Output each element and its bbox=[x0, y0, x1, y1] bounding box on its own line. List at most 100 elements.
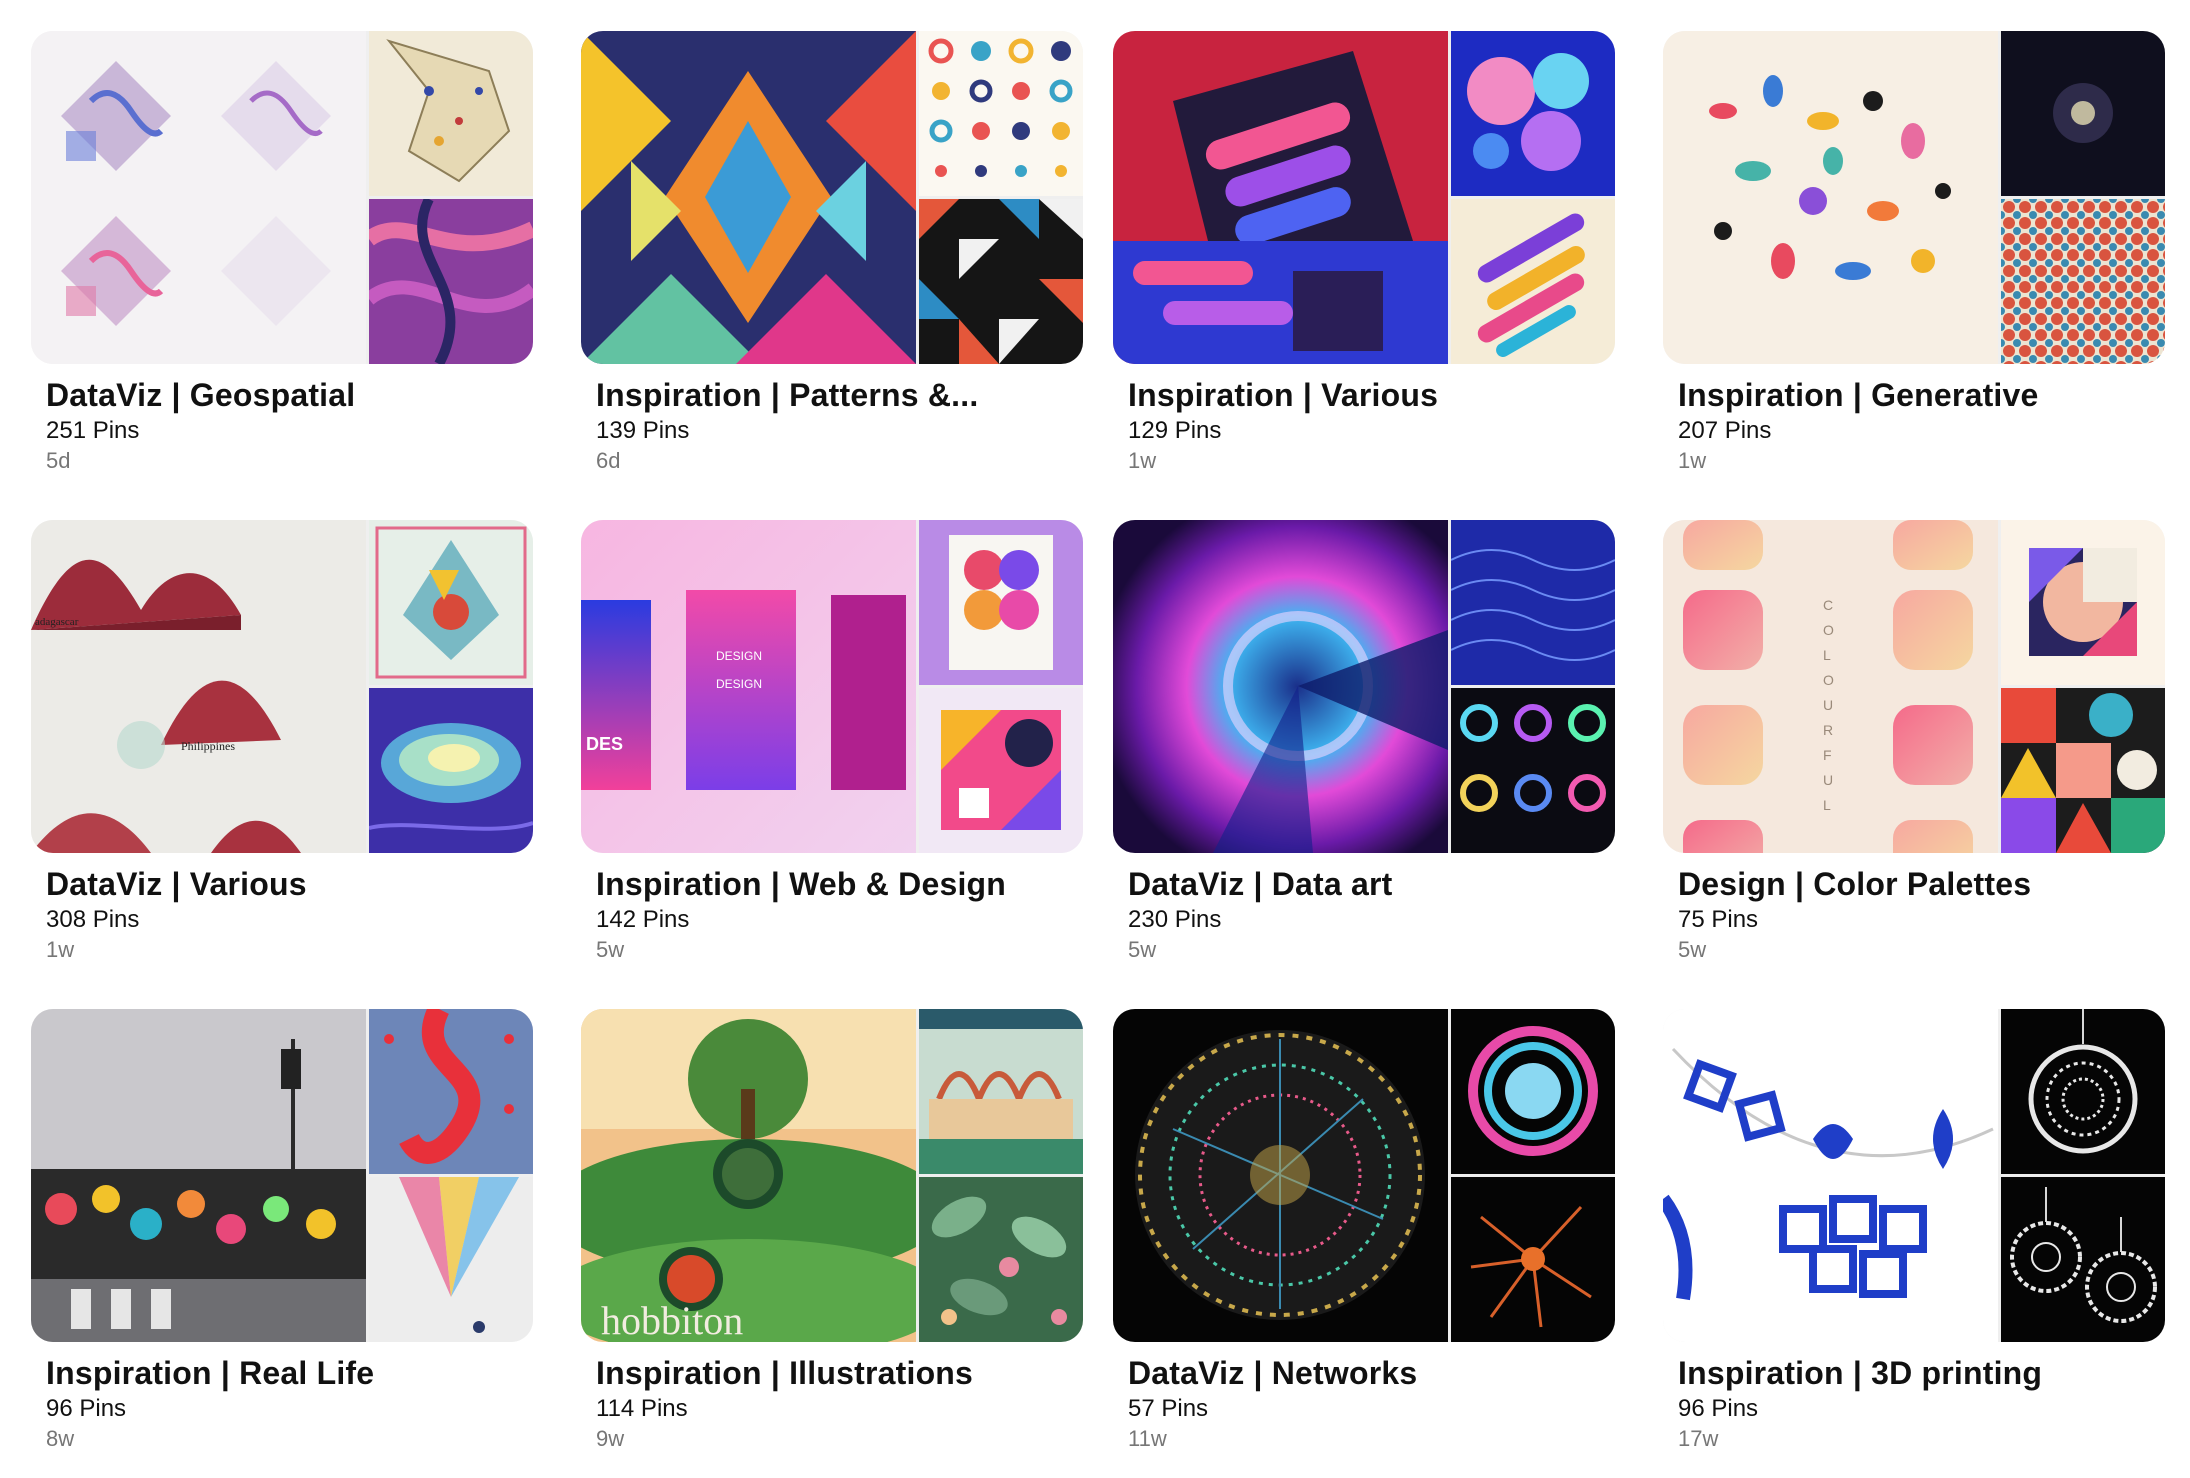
board-cover[interactable]: Philippines adagascar bbox=[31, 520, 533, 853]
board-last-updated: 17w bbox=[1678, 1426, 1719, 1451]
board-card[interactable]: Inspiration | Various 129 Pins 1w bbox=[1113, 31, 1615, 475]
board-last-updated: 5w bbox=[1678, 937, 1707, 962]
svg-text:Philippines: Philippines bbox=[181, 739, 235, 753]
board-cover[interactable] bbox=[1663, 31, 2165, 364]
cover-image-top bbox=[369, 520, 533, 685]
board-last-updated: 1w bbox=[1678, 448, 1707, 473]
cover-image-bottom bbox=[1451, 688, 1615, 853]
board-pin-count: 142 Pins bbox=[596, 906, 690, 933]
svg-text:O: O bbox=[1823, 622, 1834, 638]
cover-image-main bbox=[1663, 1009, 1998, 1342]
cover-image-main: Philippines adagascar bbox=[31, 520, 366, 853]
cover-image-main: hobbiton bbox=[581, 1009, 916, 1342]
board-title[interactable]: Inspiration | Generative bbox=[1663, 375, 2158, 415]
board-card[interactable]: C O L O U R F U L Design | Color Palette… bbox=[1663, 520, 2165, 964]
cover-image-top bbox=[919, 1009, 1083, 1174]
board-title[interactable]: Inspiration | Web & Design bbox=[581, 864, 1076, 904]
board-title[interactable]: Inspiration | Patterns &... bbox=[581, 375, 1076, 415]
board-cover[interactable]: DESIGN DESIGN DES bbox=[581, 520, 1083, 853]
board-card[interactable]: Philippines adagascar DataViz | Various … bbox=[31, 520, 533, 964]
board-cover[interactable] bbox=[1113, 1009, 1615, 1342]
board-cover[interactable]: hobbiton bbox=[581, 1009, 1083, 1342]
cover-image-top bbox=[919, 31, 1083, 196]
svg-text:C: C bbox=[1823, 597, 1833, 613]
cover-image-bottom bbox=[919, 688, 1083, 853]
board-pin-count: 75 Pins bbox=[1678, 906, 1759, 933]
board-card[interactable]: Inspiration | Patterns &... 139 Pins 6d bbox=[581, 31, 1083, 475]
cover-image-top bbox=[2001, 1009, 2165, 1174]
board-card[interactable]: DESIGN DESIGN DES Inspiration | Web & De… bbox=[581, 520, 1083, 964]
board-title[interactable]: Inspiration | Various bbox=[1113, 375, 1608, 415]
board-cover[interactable]: C O L O U R F U L bbox=[1663, 520, 2165, 853]
board-title[interactable]: DataViz | Data art bbox=[1113, 864, 1608, 904]
board-pin-count: 139 Pins bbox=[596, 417, 690, 444]
cover-image-top bbox=[369, 1009, 533, 1174]
board-last-updated: 5d bbox=[46, 448, 71, 473]
cover-image-main: C O L O U R F U L bbox=[1663, 520, 1998, 853]
board-cover[interactable] bbox=[581, 31, 1083, 364]
svg-text:L: L bbox=[1823, 647, 1831, 663]
cover-image-top bbox=[2001, 520, 2165, 685]
boards-grid: DataViz | Geospatial 251 Pins 5d Inspira… bbox=[0, 0, 2190, 1478]
cover-image-bottom bbox=[369, 688, 533, 853]
cover-image-bottom bbox=[919, 1177, 1083, 1342]
board-last-updated: 1w bbox=[1128, 448, 1157, 473]
cover-image-main bbox=[1113, 1009, 1448, 1342]
svg-text:hobbiton: hobbiton bbox=[601, 1298, 743, 1342]
svg-text:R: R bbox=[1823, 722, 1833, 738]
board-pin-count: 207 Pins bbox=[1678, 417, 1772, 444]
cover-image-bottom bbox=[1451, 199, 1615, 364]
board-cover[interactable] bbox=[1663, 1009, 2165, 1342]
cover-image-main bbox=[1113, 520, 1448, 853]
board-pin-count: 57 Pins bbox=[1128, 1395, 1209, 1422]
board-card[interactable]: DataViz | Networks 57 Pins 11w bbox=[1113, 1009, 1615, 1453]
board-last-updated: 8w bbox=[46, 1426, 75, 1451]
cover-image-bottom bbox=[919, 199, 1083, 364]
board-pin-count: 114 Pins bbox=[596, 1395, 688, 1422]
board-title[interactable]: DataViz | Geospatial bbox=[31, 375, 526, 415]
cover-image-main bbox=[31, 1009, 366, 1342]
board-title[interactable]: Design | Color Palettes bbox=[1663, 864, 2158, 904]
board-title[interactable]: DataViz | Networks bbox=[1113, 1353, 1608, 1393]
cover-image-bottom bbox=[2001, 199, 2165, 364]
svg-text:F: F bbox=[1823, 747, 1832, 763]
board-title[interactable]: Inspiration | Real Life bbox=[31, 1353, 526, 1393]
cover-image-main bbox=[1663, 31, 1998, 364]
board-card[interactable]: Inspiration | 3D printing 96 Pins 17w bbox=[1663, 1009, 2165, 1453]
board-title[interactable]: DataViz | Various bbox=[31, 864, 526, 904]
board-title[interactable]: Inspiration | Illustrations bbox=[581, 1353, 1076, 1393]
svg-text:adagascar: adagascar bbox=[35, 616, 79, 628]
svg-text:L: L bbox=[1823, 797, 1831, 813]
cover-image-bottom bbox=[2001, 688, 2165, 853]
board-title[interactable]: Inspiration | 3D printing bbox=[1663, 1353, 2158, 1393]
svg-text:U: U bbox=[1823, 772, 1833, 788]
svg-text:DESIGN: DESIGN bbox=[716, 677, 762, 691]
board-cover[interactable] bbox=[31, 1009, 533, 1342]
board-cover[interactable] bbox=[1113, 520, 1615, 853]
svg-text:DESIGN: DESIGN bbox=[716, 649, 762, 663]
board-card[interactable]: Inspiration | Real Life 96 Pins 8w bbox=[31, 1009, 533, 1453]
board-card[interactable]: DataViz | Geospatial 251 Pins 5d bbox=[31, 31, 533, 475]
cover-image-top bbox=[1451, 1009, 1615, 1174]
board-last-updated: 6d bbox=[596, 448, 621, 473]
cover-image-bottom bbox=[1451, 1177, 1615, 1342]
cover-image-top bbox=[1451, 31, 1615, 196]
cover-image-main bbox=[581, 31, 916, 364]
cover-image-bottom bbox=[369, 1177, 533, 1342]
board-card[interactable]: hobbiton Inspiration | Illustrations 114… bbox=[581, 1009, 1083, 1453]
board-cover[interactable] bbox=[31, 31, 533, 364]
board-pin-count: 308 Pins bbox=[46, 906, 140, 933]
board-pin-count: 230 Pins bbox=[1128, 906, 1222, 933]
board-pin-count: 96 Pins bbox=[46, 1395, 127, 1422]
board-card[interactable]: DataViz | Data art 230 Pins 5w bbox=[1113, 520, 1615, 964]
board-card[interactable]: Inspiration | Generative 207 Pins 1w bbox=[1663, 31, 2165, 475]
board-cover[interactable] bbox=[1113, 31, 1615, 364]
cover-image-main bbox=[31, 31, 366, 364]
cover-image-main: DESIGN DESIGN DES bbox=[581, 520, 916, 853]
svg-text:O: O bbox=[1823, 672, 1834, 688]
board-pin-count: 96 Pins bbox=[1678, 1395, 1759, 1422]
svg-text:U: U bbox=[1823, 697, 1833, 713]
cover-image-bottom bbox=[369, 199, 533, 364]
board-last-updated: 11w bbox=[1128, 1426, 1167, 1451]
board-last-updated: 5w bbox=[596, 937, 625, 962]
